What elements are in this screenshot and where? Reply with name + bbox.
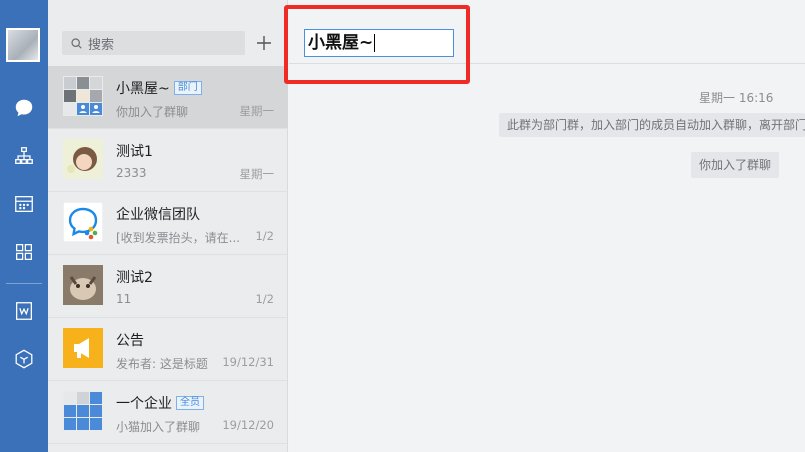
rail-divider — [6, 283, 42, 284]
department-tag: 部门 — [173, 81, 202, 95]
chat-header: 小黑屋~ — [284, 0, 805, 84]
conversation-name: 一个企业 — [116, 396, 172, 412]
conversation-name: 测试1 — [116, 144, 153, 160]
conversation-preview: [收到发票抬头，请在... — [116, 231, 241, 245]
system-notice: 此群为部门群，加入部门的成员自动加入群聊，离开部门 — [499, 113, 805, 137]
conversation-item[interactable]: 企业微信团队 [收到发票抬头，请在... 1/2 — [48, 192, 288, 255]
conversation-preview: 2333 — [116, 166, 147, 180]
conversation-name: 测试2 — [116, 270, 153, 286]
conversation-time: 19/12/31 — [222, 355, 274, 369]
conversation-name: 小黑屋~ — [116, 81, 170, 97]
chat-icon[interactable] — [12, 96, 36, 120]
conversation-preview: 小猫加入了群聊 — [116, 420, 201, 434]
contact-avatar — [63, 139, 103, 179]
conversation-time: 19/12/20 — [222, 418, 274, 432]
conversation-name: 企业微信团队 — [116, 207, 200, 223]
message-timestamp: 星期一 16:16 — [699, 91, 774, 105]
user-avatar[interactable] — [6, 28, 40, 62]
calendar-icon[interactable] — [12, 192, 36, 216]
org-icon[interactable] — [12, 144, 36, 168]
chat-panel: 小黑屋~ 星期一 16:16 此群为部门群，加入部门的成员自动加入群聊，离开部门… — [284, 0, 805, 452]
conversation-name: 公告 — [116, 333, 144, 349]
announcement-avatar — [63, 328, 103, 368]
wecom-team-avatar — [63, 202, 103, 242]
all-staff-tag: 全员 — [176, 396, 204, 410]
group-avatar — [63, 391, 103, 431]
conversation-preview: 发布者: 这是标题 — [116, 357, 208, 371]
conversation-item[interactable]: 公告 发布者: 这是标题 19/12/31 — [48, 318, 288, 381]
highlight-box — [284, 5, 470, 84]
group-avatar — [63, 76, 103, 116]
search-box[interactable]: 搜索 — [62, 31, 245, 55]
left-rail — [0, 0, 48, 452]
plus-icon — [257, 36, 271, 50]
join-notice: 你加入了群聊 — [691, 152, 779, 178]
conversation-list-panel: 搜索 小黑屋~ 部门 你加入了群聊 星期一 测试1 2333 星期一 企业微信团… — [48, 0, 288, 452]
search-icon — [71, 37, 82, 49]
conversation-item[interactable]: 测试1 2333 星期一 — [48, 129, 288, 192]
contact-avatar — [63, 265, 103, 305]
w-doc-icon[interactable] — [12, 299, 36, 323]
conversation-preview: 你加入了群聊 — [116, 105, 189, 119]
search-placeholder: 搜索 — [88, 37, 115, 53]
conversation-preview: 11 — [116, 292, 132, 306]
apps-icon[interactable] — [12, 240, 36, 264]
conversation-time: 星期一 — [239, 104, 275, 118]
cube-icon[interactable] — [12, 347, 36, 371]
conversation-time: 星期一 — [239, 167, 275, 181]
conversation-item[interactable]: 测试2 11 1/2 — [48, 255, 288, 318]
conversation-time: 1/2 — [255, 292, 274, 306]
add-button[interactable] — [254, 31, 274, 55]
conversation-time: 1/2 — [255, 229, 274, 243]
conversation-item[interactable]: 一个企业 全员 小猫加入了群聊 19/12/20 — [48, 381, 288, 444]
conversation-item[interactable]: 小黑屋~ 部门 你加入了群聊 星期一 — [48, 66, 288, 129]
